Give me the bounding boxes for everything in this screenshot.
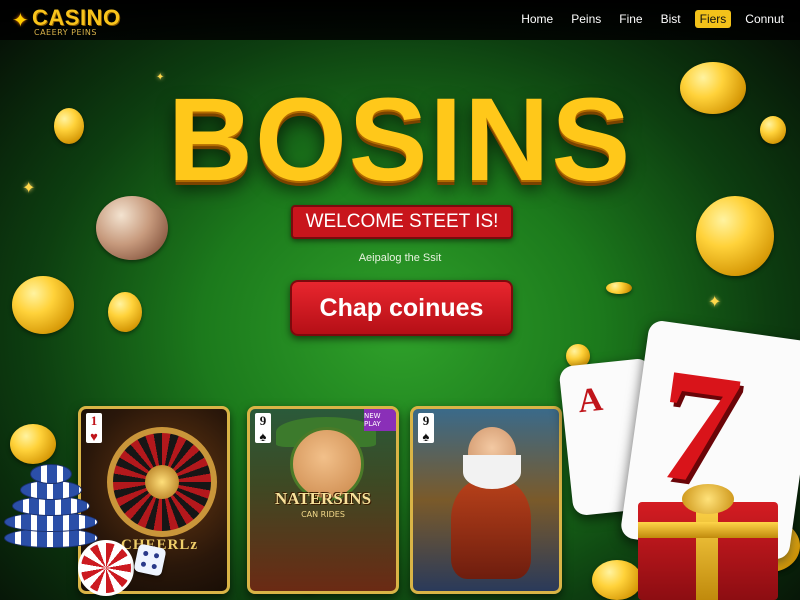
nav-item-fine[interactable]: Fine — [615, 10, 646, 28]
gold-coin — [108, 292, 142, 332]
nav-item-peins[interactable]: Peins — [567, 10, 605, 28]
game-badge: NEW PLAY — [364, 409, 396, 431]
roulette-hub — [145, 465, 179, 499]
casino-logo[interactable]: ✦ CASINO CAEERY PEINS — [12, 4, 142, 37]
ace-letter: A — [576, 380, 605, 421]
santa-character — [451, 479, 531, 579]
gift-ribbon — [696, 502, 718, 600]
game-card-title: NATERSINS — [274, 489, 372, 508]
gift-ribbon — [638, 522, 778, 538]
gold-coin — [606, 282, 632, 294]
dice-icon — [133, 543, 167, 577]
playing-card-corner: 1 ♥ — [86, 413, 102, 444]
poker-chip-icon — [78, 540, 134, 596]
playing-card-corner: 9 ♠ — [255, 413, 271, 444]
welcome-banner: WELCOME STEET IS! — [291, 205, 513, 239]
gold-coin — [592, 560, 642, 600]
sparkle-icon: ✦ — [708, 292, 722, 311]
game-card-santa[interactable]: 9 ♠ — [410, 406, 562, 594]
gift-bow — [682, 484, 734, 514]
game-card-natersins[interactable]: 9 ♠ NEW PLAY NATERSINS CAN RIDES — [247, 406, 399, 594]
logo-subtitle: CAEERY PEINS — [34, 28, 97, 37]
casino-chip — [30, 464, 72, 484]
nav-item-home[interactable]: Home — [517, 10, 557, 28]
hero-tagline: Aeipalog the Ssit — [358, 252, 442, 264]
nav-item-connut[interactable]: Connut — [741, 10, 788, 28]
chip-stack-icon — [4, 448, 98, 558]
game-card-subtitle: CAN RIDES — [301, 510, 345, 519]
gold-coin — [12, 276, 74, 334]
gold-coin — [696, 196, 774, 276]
nav-item-bist[interactable]: Bist — [657, 10, 685, 28]
sparkle-star-icon: ✦ — [12, 8, 29, 32]
gift-box-icon — [638, 484, 778, 600]
nav-item-fiers[interactable]: Fiers — [694, 10, 732, 28]
hero-title: BOSINS — [167, 74, 633, 206]
playing-card-corner: 9 ♠ — [418, 413, 434, 444]
cta-button[interactable]: Chap coinues — [290, 280, 513, 336]
main-nav: Home Peins Fine Bist Fiers Connut — [517, 10, 788, 28]
top-bar: ✦ CASINO CAEERY PEINS Home Peins Fine Bi… — [0, 0, 800, 40]
santa-beard — [463, 455, 521, 489]
